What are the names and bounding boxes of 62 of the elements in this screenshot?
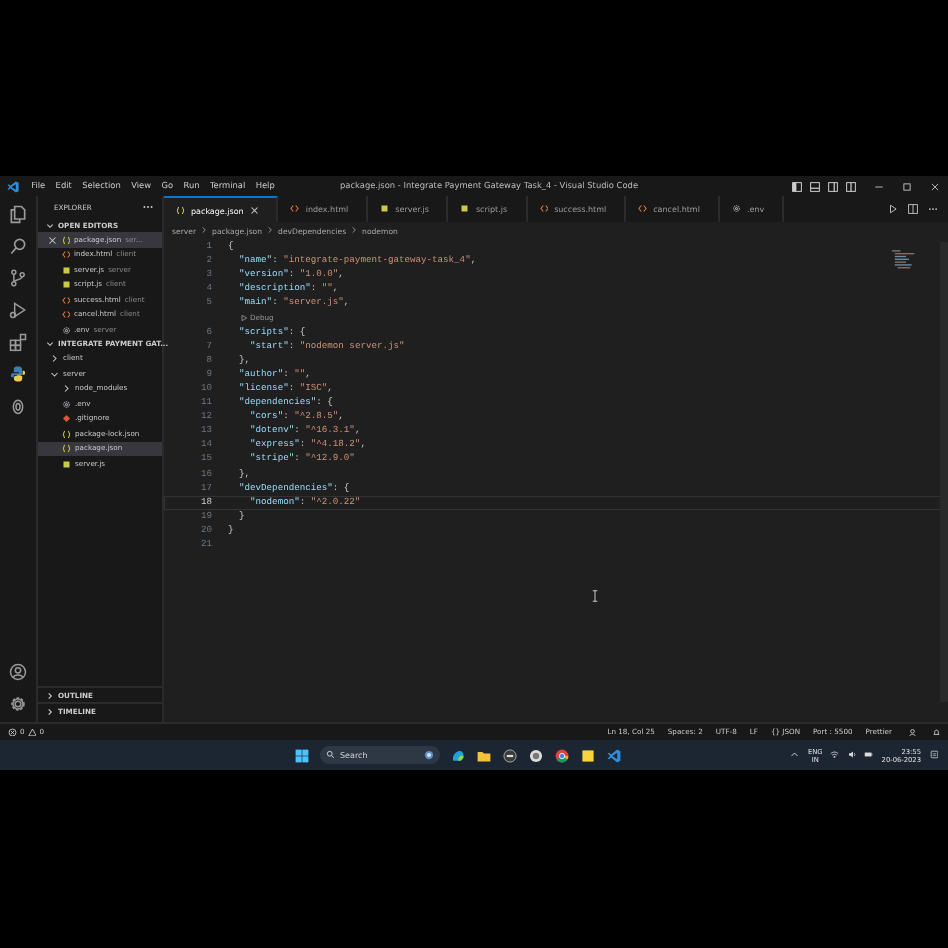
browser-icon[interactable]: [554, 747, 570, 763]
copilot-icon[interactable]: [450, 747, 466, 763]
folder-icon[interactable]: [476, 747, 492, 763]
close-icon[interactable]: [249, 205, 259, 215]
app-logo-icon: [6, 179, 20, 193]
chevron-icon: [46, 340, 54, 348]
text-cursor-icon: [592, 590, 598, 602]
wifi-icon[interactable]: [830, 750, 840, 760]
file-icon: [62, 459, 71, 468]
chevron-up-icon[interactable]: [790, 750, 800, 760]
gear-icon: [62, 399, 71, 408]
diamond-icon: [62, 414, 71, 423]
gear-icon: [731, 204, 741, 214]
search-icon[interactable]: [8, 236, 28, 256]
account-icon[interactable]: [8, 662, 28, 682]
python-icon[interactable]: [8, 364, 28, 384]
speaker-icon[interactable]: [847, 750, 857, 760]
search-icon: [326, 750, 335, 760]
gear-icon: [61, 325, 70, 334]
chevron-icon: [46, 221, 54, 229]
layout-icon[interactable]: [810, 181, 820, 191]
code-icon: [61, 250, 70, 259]
braces-icon: [61, 235, 70, 244]
close-icon[interactable]: [48, 235, 57, 244]
maximize-icon[interactable]: [902, 181, 912, 191]
close-icon[interactable]: [930, 181, 940, 191]
minimap: [892, 250, 920, 270]
file-icon: [460, 204, 470, 214]
run-debug-icon[interactable]: [8, 300, 28, 320]
code-icon: [61, 310, 70, 319]
file-icon: [380, 204, 390, 214]
oval-icon[interactable]: [8, 396, 28, 416]
globe-icon: [424, 750, 434, 760]
code-icon: [61, 295, 70, 304]
battery-icon[interactable]: [864, 750, 874, 760]
account-icon[interactable]: [907, 727, 916, 737]
layout-icon[interactable]: [846, 181, 856, 191]
code-icon: [290, 204, 300, 214]
layout-icon[interactable]: [828, 181, 838, 191]
circle-icon[interactable]: [502, 747, 518, 763]
split-editor-icon[interactable]: [908, 204, 918, 214]
settings-icon[interactable]: [8, 694, 28, 714]
code-icon: [638, 204, 648, 214]
files-icon[interactable]: [8, 204, 28, 224]
braces-icon: [62, 444, 71, 453]
play-icon: [240, 314, 248, 323]
extensions-icon[interactable]: [8, 332, 28, 352]
run-icon[interactable]: [888, 204, 898, 214]
branch-icon[interactable]: [8, 268, 28, 288]
braces-icon: [62, 429, 71, 438]
code-icon: [539, 204, 549, 214]
code-editor-icon[interactable]: [606, 747, 622, 763]
warning-icon[interactable]: [27, 727, 37, 737]
target-icon[interactable]: [528, 747, 544, 763]
minimize-icon[interactable]: [874, 181, 884, 191]
notification-icon[interactable]: [929, 750, 938, 760]
braces-icon: [176, 205, 185, 215]
layout-icon[interactable]: [792, 181, 802, 191]
sticky-note-icon[interactable]: [580, 747, 596, 763]
windows-start-icon[interactable]: [294, 747, 310, 763]
bell-icon[interactable]: [931, 727, 940, 737]
error-icon[interactable]: [8, 727, 17, 737]
